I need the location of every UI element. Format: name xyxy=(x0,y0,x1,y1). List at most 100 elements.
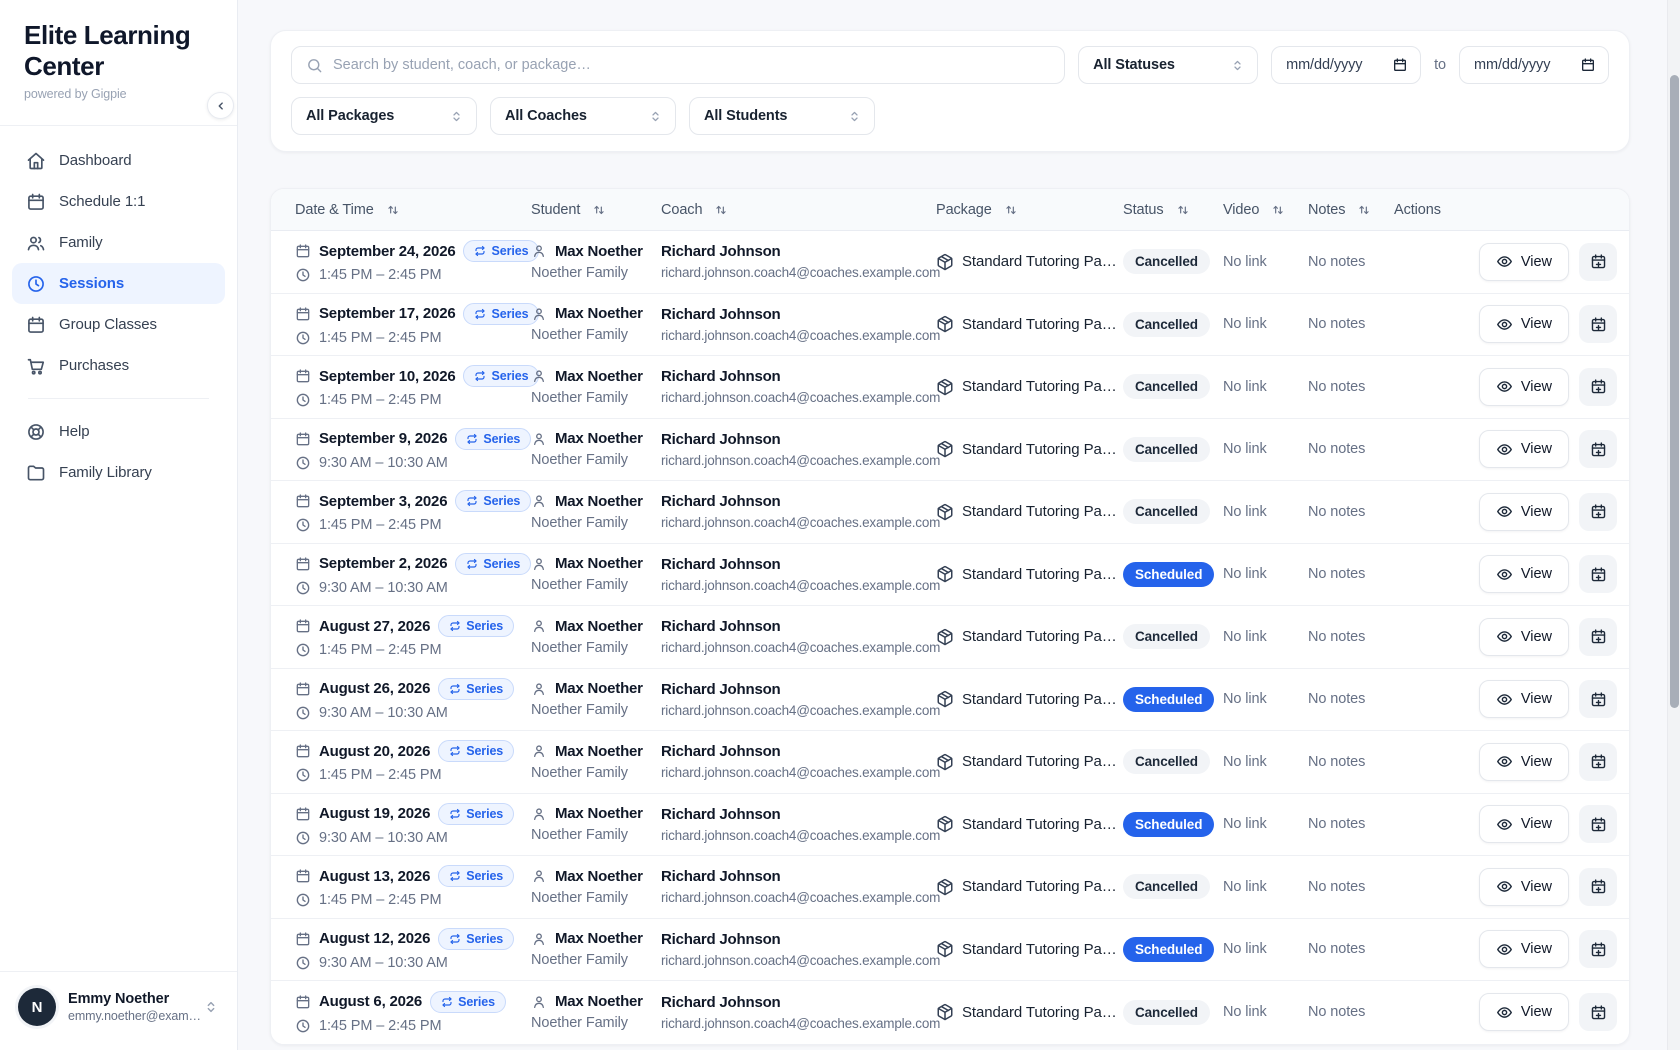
chevrons-updown-icon xyxy=(449,109,464,124)
view-button[interactable]: View xyxy=(1479,805,1569,843)
sidebar-item-family-library[interactable]: Family Library xyxy=(12,452,225,493)
calendar-icon xyxy=(295,431,311,447)
column-header-package[interactable]: Package xyxy=(936,202,1123,218)
sidebar-item-group-classes[interactable]: Group Classes xyxy=(12,304,225,345)
status-badge: Scheduled xyxy=(1123,562,1214,587)
add-to-calendar-button[interactable] xyxy=(1579,743,1617,781)
sidebar-item-purchases[interactable]: Purchases xyxy=(12,345,225,386)
student-name: Max Noether xyxy=(555,243,643,260)
add-to-calendar-button[interactable] xyxy=(1579,680,1617,718)
session-time: 1:45 PM – 2:45 PM xyxy=(319,1018,441,1034)
add-to-calendar-button[interactable] xyxy=(1579,430,1617,468)
column-header-student[interactable]: Student xyxy=(531,202,661,218)
repeat-icon xyxy=(449,870,461,882)
series-badge: Series xyxy=(463,365,539,387)
student-name: Max Noether xyxy=(555,555,643,572)
sidebar-item-dashboard[interactable]: Dashboard xyxy=(12,140,225,181)
add-to-calendar-button[interactable] xyxy=(1579,305,1617,343)
view-button[interactable]: View xyxy=(1479,368,1569,406)
calendar-plus-icon xyxy=(1590,816,1607,833)
repeat-icon xyxy=(449,808,461,820)
sort-icon xyxy=(1271,203,1285,217)
coach-filter-select[interactable]: All Coaches xyxy=(490,97,676,135)
date-range-separator: to xyxy=(1434,57,1446,73)
view-button[interactable]: View xyxy=(1479,680,1569,718)
session-date: September 9, 2026 xyxy=(319,430,447,447)
column-header-video[interactable]: Video xyxy=(1223,202,1308,218)
add-to-calendar-button[interactable] xyxy=(1579,868,1617,906)
date-from-input[interactable]: mm/dd/yyyy xyxy=(1271,46,1421,84)
family-name: Noether Family xyxy=(531,952,661,968)
view-button[interactable]: View xyxy=(1479,868,1569,906)
video-link-status: No link xyxy=(1223,504,1308,520)
family-name: Noether Family xyxy=(531,265,661,281)
clock-icon xyxy=(295,830,311,846)
add-to-calendar-button[interactable] xyxy=(1579,618,1617,656)
session-date: August 13, 2026 xyxy=(319,868,430,885)
add-to-calendar-button[interactable] xyxy=(1579,368,1617,406)
video-link-status: No link xyxy=(1223,566,1308,582)
add-to-calendar-button[interactable] xyxy=(1579,555,1617,593)
calendar-icon[interactable] xyxy=(1580,57,1596,73)
package-name: Standard Tutoring Pa… xyxy=(962,753,1117,770)
status-badge: Cancelled xyxy=(1123,437,1210,462)
column-header-date-time[interactable]: Date & Time xyxy=(271,202,531,218)
coach-email: richard.johnson.coach4@coaches.example.c… xyxy=(661,578,936,593)
view-button[interactable]: View xyxy=(1479,430,1569,468)
calendar-icon xyxy=(295,681,311,697)
sidebar-item-help[interactable]: Help xyxy=(12,411,225,452)
package-icon xyxy=(936,628,954,646)
student-filter-select[interactable]: All Students xyxy=(689,97,875,135)
clock-icon xyxy=(295,955,311,971)
student-name: Max Noether xyxy=(555,368,643,385)
search-input[interactable] xyxy=(333,57,1050,73)
coach-email: richard.johnson.coach4@coaches.example.c… xyxy=(661,515,936,530)
coach-name: Richard Johnson xyxy=(661,556,936,573)
calendar-icon xyxy=(295,743,311,759)
help-icon xyxy=(26,422,46,442)
view-button[interactable]: View xyxy=(1479,993,1569,1031)
add-to-calendar-button[interactable] xyxy=(1579,930,1617,968)
session-row: August 13, 2026 Series 1:45 PM – 2:45 PM… xyxy=(271,856,1629,919)
view-button[interactable]: View xyxy=(1479,493,1569,531)
repeat-icon xyxy=(449,745,461,757)
coach-name: Richard Johnson xyxy=(661,431,936,448)
calendar-plus-icon xyxy=(1590,378,1607,395)
folder-icon xyxy=(26,463,46,483)
package-filter-select[interactable]: All Packages xyxy=(291,97,477,135)
sidebar-item-sessions[interactable]: Sessions xyxy=(12,263,225,304)
calendar-icon[interactable] xyxy=(1392,57,1408,73)
add-to-calendar-button[interactable] xyxy=(1579,493,1617,531)
add-to-calendar-button[interactable] xyxy=(1579,993,1617,1031)
sidebar-item-label: Help xyxy=(59,423,89,440)
scrollbar-thumb[interactable] xyxy=(1670,75,1679,708)
view-button[interactable]: View xyxy=(1479,555,1569,593)
sidebar-item-family[interactable]: Family xyxy=(12,222,225,263)
sort-icon xyxy=(1004,203,1018,217)
video-link-status: No link xyxy=(1223,441,1308,457)
sidebar-item-schedule-1-1[interactable]: Schedule 1:1 xyxy=(12,181,225,222)
date-to-input[interactable]: mm/dd/yyyy xyxy=(1459,46,1609,84)
status-badge: Cancelled xyxy=(1123,499,1210,524)
add-to-calendar-button[interactable] xyxy=(1579,805,1617,843)
user-menu[interactable]: N Emmy Noether emmy.noether@exam… xyxy=(0,971,237,1050)
family-name: Noether Family xyxy=(531,890,661,906)
sort-icon xyxy=(386,203,400,217)
add-to-calendar-button[interactable] xyxy=(1579,243,1617,281)
column-header-status[interactable]: Status xyxy=(1123,202,1223,218)
view-button[interactable]: View xyxy=(1479,243,1569,281)
user-icon xyxy=(531,806,547,822)
view-button[interactable]: View xyxy=(1479,743,1569,781)
eye-icon xyxy=(1496,878,1513,895)
view-button[interactable]: View xyxy=(1479,618,1569,656)
view-button[interactable]: View xyxy=(1479,305,1569,343)
coach-name: Richard Johnson xyxy=(661,931,936,948)
clock-icon xyxy=(295,705,311,721)
view-button[interactable]: View xyxy=(1479,930,1569,968)
family-name: Noether Family xyxy=(531,577,661,593)
status-filter-select[interactable]: All Statuses xyxy=(1078,46,1258,84)
sidebar-collapse-button[interactable] xyxy=(207,92,234,119)
column-header-coach[interactable]: Coach xyxy=(661,202,936,218)
column-header-notes[interactable]: Notes xyxy=(1308,202,1394,218)
package-name: Standard Tutoring Pa… xyxy=(962,441,1117,458)
